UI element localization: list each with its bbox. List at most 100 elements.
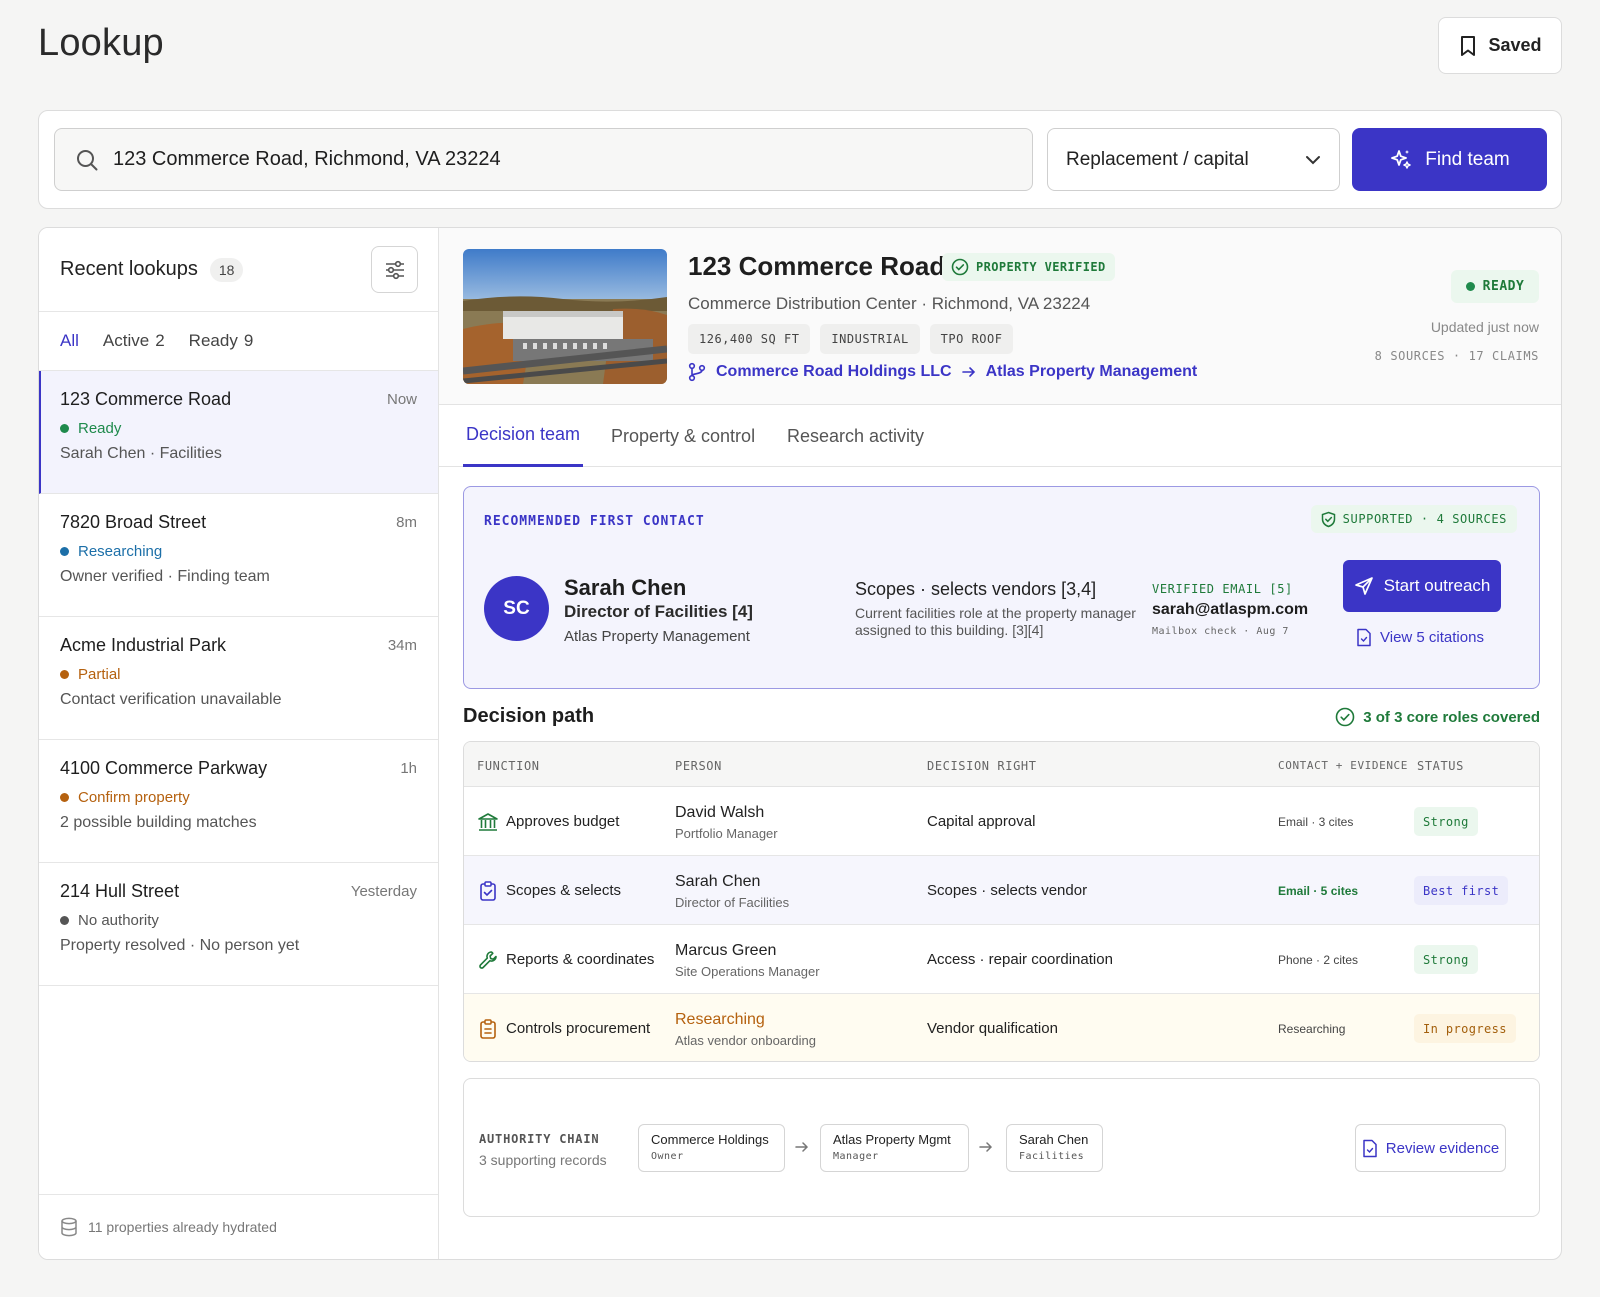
contact-email[interactable]: sarah@atlaspm.com <box>1152 601 1308 619</box>
person-role: Director of Facilities <box>675 895 790 910</box>
sidebar-footer: 11 properties already hydrated <box>39 1194 438 1259</box>
manager-link[interactable]: Atlas Property Management <box>986 363 1198 381</box>
find-team-button[interactable]: Find team <box>1352 128 1547 191</box>
git-branch-icon <box>688 362 706 382</box>
database-icon <box>61 1217 77 1237</box>
search-icon <box>77 149 98 170</box>
tab-research-activity[interactable]: Research activity <box>787 405 924 467</box>
chip-size: 126,400 SQ FT <box>688 324 811 354</box>
decision-path-table: FUNCTION PERSON DECISION RIGHT CONTACT +… <box>463 741 1540 1062</box>
supporting-records: 3 supporting records <box>479 1152 607 1168</box>
filter-button[interactable] <box>371 246 418 293</box>
decision-path-title: Decision path <box>463 705 595 727</box>
tab-all[interactable]: All <box>60 331 79 351</box>
address-search-input[interactable]: 123 Commerce Road, Richmond, VA 23224 <box>54 128 1033 191</box>
saved-button[interactable]: Saved <box>1438 17 1562 74</box>
contact-scope: Scopes · selects vendors [3,4] <box>855 579 1097 599</box>
search-query: 123 Commerce Road, Richmond, VA 23224 <box>113 148 501 170</box>
lookup-status: Partial <box>60 666 417 683</box>
ready-status-badge: READY <box>1451 270 1539 303</box>
lookup-subtitle: Owner verified · Finding team <box>60 568 270 585</box>
find-team-label: Find team <box>1425 148 1510 170</box>
table-row[interactable]: Scopes & selects Sarah Chen Director of … <box>464 856 1539 925</box>
lookup-list: 123 Commerce Road Now Ready Sarah Chen · Fa… <box>39 371 438 986</box>
contact-scope-description: Current facilities role at the property … <box>855 605 1136 638</box>
contact-name: Sarah Chen <box>564 575 687 600</box>
lookup-item[interactable]: Acme Industrial Park 34m Partial Contact ve… <box>39 617 438 740</box>
table-header: FUNCTION PERSON DECISION RIGHT CONTACT +… <box>464 742 1539 787</box>
lookup-item[interactable]: 7820 Broad Street 8m Researching Owner veri… <box>39 494 438 617</box>
lookup-name: 123 Commerce Road <box>60 389 232 409</box>
lookup-status: Confirm property <box>60 789 417 806</box>
email-check-note: Mailbox check · Aug 7 <box>1152 626 1289 637</box>
tab-ready[interactable]: Ready 9 <box>189 331 254 351</box>
status-label: Confirm property <box>78 789 190 806</box>
table-row[interactable]: Controls procurement Researching Atlas v… <box>464 994 1539 1061</box>
document-icon <box>1363 1139 1377 1157</box>
document-icon <box>1357 628 1371 647</box>
person-name: Sarah Chen <box>675 873 761 890</box>
scope-select[interactable]: Replacement / capital <box>1047 128 1340 191</box>
sources-count: 8 SOURCES · 17 CLAIMS <box>1374 349 1539 363</box>
sidebar-tabs: All Active 2 Ready 9 <box>39 312 438 371</box>
contact-evidence[interactable]: Phone · 2 cites <box>1278 953 1358 967</box>
bank-icon <box>478 813 498 831</box>
owner-link[interactable]: Commerce Road Holdings LLC <box>716 363 952 381</box>
roles-covered: 3 of 3 core roles covered <box>1335 707 1540 727</box>
lookup-status: Researching <box>60 543 417 560</box>
tab-active[interactable]: Active 2 <box>103 331 165 351</box>
lookup-item[interactable]: 214 Hull Street Yesterday No authority Prop… <box>39 863 438 986</box>
sparkles-icon <box>1391 149 1411 169</box>
table-row[interactable]: Reports & coordinates Marcus Green Site … <box>464 925 1539 994</box>
col-contact-evidence: CONTACT + EVIDENCE <box>1278 759 1409 772</box>
status-badge: Best first <box>1414 876 1509 905</box>
person-role: Site Operations Manager <box>675 964 820 979</box>
chevron-down-icon <box>1306 155 1320 164</box>
contact-title: Director of Facilities [4] <box>564 602 753 621</box>
lookup-time: 34m <box>387 637 417 654</box>
col-person: PERSON <box>675 759 722 773</box>
table-row[interactable]: Approves budget David Walsh Portfolio Ma… <box>464 787 1539 856</box>
recent-lookups-sidebar: Recent lookups 18 All Active 2 Ready 9 123… <box>39 228 439 1259</box>
shield-check-icon <box>1321 511 1335 527</box>
review-evidence-button[interactable]: Review evidence <box>1355 1124 1506 1172</box>
function-label: Controls procurement <box>506 1020 651 1037</box>
lookup-item[interactable]: 123 Commerce Road Now Ready Sarah Chen · Fa… <box>39 371 438 494</box>
lookup-item[interactable]: 4100 Commerce Parkway 1h Confirm property 2… <box>39 740 438 863</box>
contact-evidence: Researching <box>1278 1022 1346 1036</box>
lookup-time: Now <box>386 391 417 408</box>
chip-type: INDUSTRIAL <box>820 324 920 354</box>
contact-org: Atlas Property Management <box>564 628 750 645</box>
status-badge: Strong <box>1414 945 1478 974</box>
arrow-right-icon <box>961 367 975 377</box>
chain-node-owner[interactable]: Commerce Holdings Owner <box>638 1124 785 1172</box>
status-label: Ready <box>78 420 122 437</box>
authority-chain-label: AUTHORITY CHAIN <box>479 1132 600 1146</box>
contact-evidence[interactable]: Email · 3 cites <box>1278 815 1353 829</box>
start-outreach-button[interactable]: Start outreach <box>1343 560 1501 612</box>
sidebar-count-badge: 18 <box>209 257 244 282</box>
status-dot <box>60 547 69 556</box>
verified-email-label: VERIFIED EMAIL [5] <box>1152 582 1293 596</box>
col-status: STATUS <box>1417 759 1464 773</box>
tab-decision-team[interactable]: Decision team <box>463 405 584 467</box>
person-name: Marcus Green <box>675 942 777 959</box>
clipboard-list-icon <box>480 1019 496 1039</box>
lookup-time: Yesterday <box>350 883 417 900</box>
updated-text: Updated just now <box>1430 319 1539 335</box>
col-decision-right: DECISION RIGHT <box>927 759 1037 773</box>
lookup-subtitle: Property resolved · No person yet <box>60 937 300 954</box>
tab-property-control[interactable]: Property & control <box>611 405 755 467</box>
person-role: Portfolio Manager <box>675 826 778 841</box>
status-badge: In progress <box>1414 1014 1516 1043</box>
view-citations-link[interactable]: View 5 citations <box>1356 628 1484 647</box>
chain-node-manager[interactable]: Atlas Property Mgmt Manager <box>820 1124 969 1172</box>
recommended-label: RECOMMENDED FIRST CONTACT <box>484 514 705 529</box>
chain-node-contact[interactable]: Sarah Chen Facilities <box>1006 1124 1103 1172</box>
lookup-subtitle: Sarah Chen · Facilities <box>60 445 222 462</box>
status-dot <box>60 424 69 433</box>
property-name: 123 Commerce Road <box>688 251 946 281</box>
lookup-status: No authority <box>60 912 417 929</box>
sidebar-header: Recent lookups 18 <box>39 228 438 312</box>
contact-evidence[interactable]: Email · 5 cites <box>1278 884 1358 898</box>
